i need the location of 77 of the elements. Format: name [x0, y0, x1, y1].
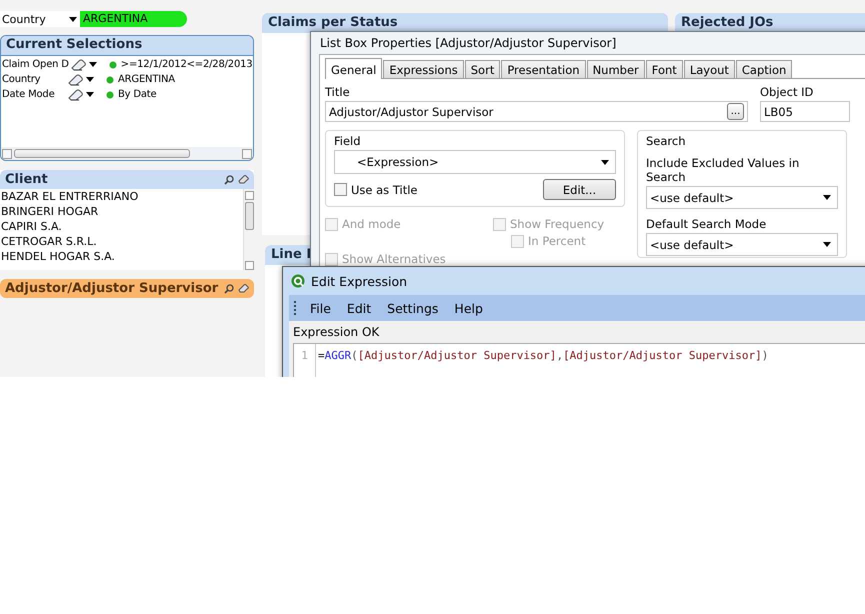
country-dropdown[interactable]: Country	[0, 11, 80, 27]
chart-title: Line I	[271, 247, 312, 262]
chart-title: Rejected JOs	[681, 15, 774, 30]
eraser-icon[interactable]	[238, 174, 249, 184]
list-item[interactable]: CAPIRI S.A.	[0, 219, 243, 234]
dialog-title: Edit Expression	[311, 274, 408, 288]
tab[interactable]: Layout	[684, 60, 735, 78]
dropdown-caret-icon[interactable]	[86, 92, 94, 97]
group-label: Field	[334, 134, 362, 148]
selection-value: By Date	[118, 89, 156, 100]
tab[interactable]: Font	[646, 60, 683, 78]
selection-dot-icon	[108, 60, 117, 68]
group-label: Search	[646, 134, 687, 148]
code-line: =AGGR([Adjustor/Adjustor Supervisor],[Adjustor/Adjustor Supervisor])	[317, 348, 768, 364]
tab[interactable]: Presentation	[501, 60, 586, 78]
title-field[interactable]: Adjustor/Adjustor Supervisor ...	[325, 101, 748, 122]
app-logo-icon	[291, 274, 305, 288]
object-id-field[interactable]: LB05	[760, 101, 850, 122]
checkbox-label: And mode	[342, 217, 401, 231]
eraser-icon[interactable]	[68, 88, 84, 100]
dropdown-caret-icon[interactable]	[88, 62, 97, 67]
dropdown-caret-icon[interactable]	[601, 160, 609, 164]
chart-title: Claims per Status	[268, 15, 398, 30]
panel-title: Current Selections	[1, 36, 253, 56]
browse-button[interactable]: ...	[727, 103, 744, 120]
list-item[interactable]: CETROGAR S.R.L.	[0, 234, 243, 249]
eraser-icon[interactable]	[238, 284, 249, 292]
eraser-icon[interactable]	[70, 58, 87, 70]
tab[interactable]: Expressions	[383, 60, 464, 78]
menu-item[interactable]: File	[302, 300, 339, 316]
menu-item[interactable]: Settings	[379, 300, 446, 316]
checkbox-label: Show Alternatives	[342, 252, 446, 266]
selection-dot-icon	[106, 76, 114, 84]
list-item[interactable]: BAZAR EL ENTRERRIANO	[0, 189, 243, 204]
dialog-title: List Box Properties [Adjustor/Adjustor Supervisor]	[320, 36, 616, 50]
eraser-icon[interactable]	[68, 74, 84, 86]
list-item[interactable]: HENDEL HOGAR S.A.	[0, 249, 243, 264]
list-item[interactable]: BRINGERI HOGAR	[0, 204, 243, 219]
field-name: Date Mode	[2, 89, 56, 100]
tab[interactable]: Number	[586, 60, 645, 78]
dropdown-caret-icon[interactable]	[823, 242, 831, 247]
vertical-scrollbar[interactable]	[243, 189, 254, 270]
selection-value: ARGENTINA	[118, 74, 175, 85]
status-text: Expression OK	[293, 325, 380, 339]
field-label: Include Excluded Values in Search	[646, 156, 800, 184]
menu-item[interactable]: Help	[446, 300, 491, 316]
selected-value[interactable]: ARGENTINA	[80, 11, 187, 27]
selection-value: >=12/1/2012<=2/28/2013	[120, 59, 252, 70]
field-name: Country	[2, 74, 42, 85]
selection-dot-icon	[106, 90, 114, 98]
expression-editor[interactable]: 1 =AGGR([Adjustor/Adjustor Supervisor],[Adjustor/Adjustor Supervisor])	[293, 343, 865, 377]
dropdown-caret-icon[interactable]	[823, 195, 831, 200]
checkbox-label: Use as Title	[351, 182, 418, 196]
dropdown-caret-icon[interactable]	[86, 77, 94, 82]
checkbox-label: In Percent	[528, 234, 586, 248]
tab[interactable]: General	[325, 58, 382, 79]
listbox-title: Adjustor/Adjustor Supervisor	[5, 281, 218, 296]
adjustor-listbox[interactable]: Adjustor/Adjustor Supervisor	[0, 279, 254, 298]
field-dropdown[interactable]: <Expression>	[334, 150, 616, 174]
search-icon[interactable]	[224, 284, 234, 294]
checkbox[interactable]	[334, 183, 347, 196]
tab[interactable]: Caption	[736, 60, 792, 78]
field-label: Object ID	[760, 85, 814, 99]
search-icon[interactable]	[224, 174, 234, 184]
horizontal-scrollbar[interactable]	[1, 147, 253, 160]
tab[interactable]: Sort	[464, 60, 500, 78]
line-number: 1	[294, 344, 316, 377]
listbox-title: Client	[5, 172, 48, 187]
dropdown-caret-icon[interactable]	[69, 16, 77, 22]
edit-button[interactable]: Edit...	[543, 179, 616, 200]
checkbox-label: Show Frequency	[510, 217, 604, 231]
menu-item[interactable]: Edit	[338, 300, 380, 316]
search-dropdown[interactable]: <use default>	[646, 186, 838, 209]
field-name: Claim Open D	[2, 59, 70, 70]
field-label: Default Search Mode	[646, 217, 768, 231]
search-mode-dropdown[interactable]: <use default>	[646, 233, 838, 256]
field-label: Title	[325, 85, 351, 99]
